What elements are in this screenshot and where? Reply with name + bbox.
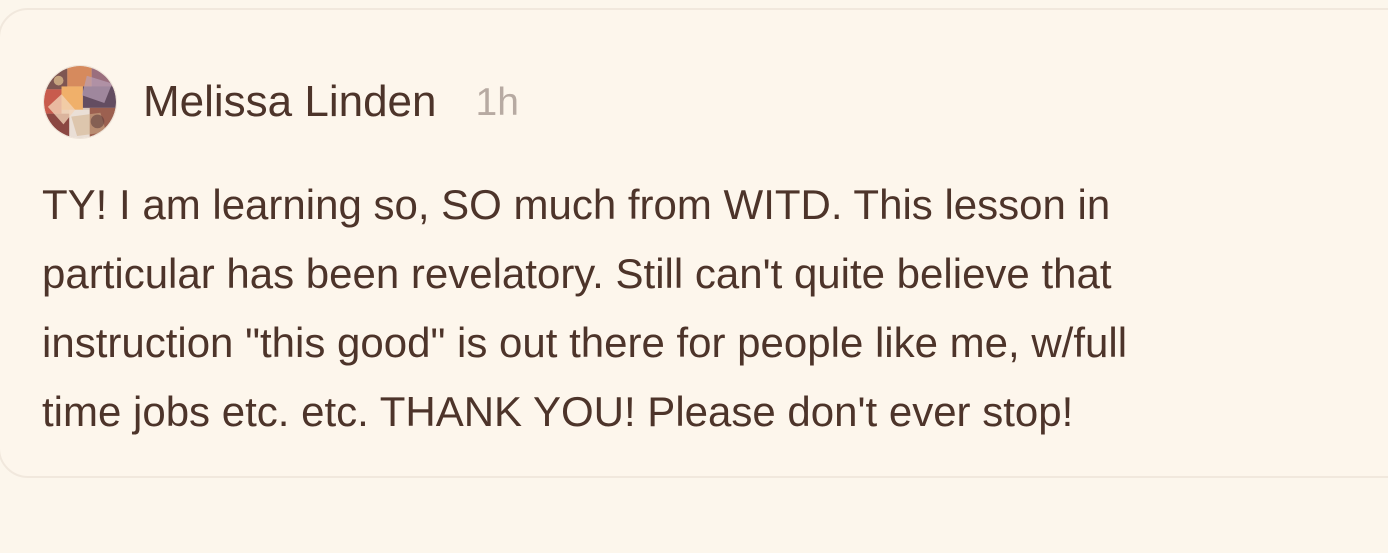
comment-text-line: time jobs etc. etc. THANK YOU! Please do… xyxy=(42,388,1074,435)
comment-text-line: instruction "this good" is out there for… xyxy=(42,319,1128,366)
comment-text: TY! I am learning so, SO much from WITD.… xyxy=(42,170,1388,446)
comment-text-line: TY! I am learning so, SO much from WITD.… xyxy=(42,181,1111,228)
avatar-image-icon xyxy=(44,66,116,138)
comment-card: Melissa Linden 1h TY! I am learning so, … xyxy=(0,8,1388,478)
timestamp[interactable]: 1h xyxy=(476,83,519,122)
author-name[interactable]: Melissa Linden xyxy=(143,80,437,124)
comment-header: Melissa Linden 1h xyxy=(43,63,519,141)
comment-text-line: particular has been revelatory. Still ca… xyxy=(42,250,1112,297)
avatar[interactable] xyxy=(43,65,117,139)
